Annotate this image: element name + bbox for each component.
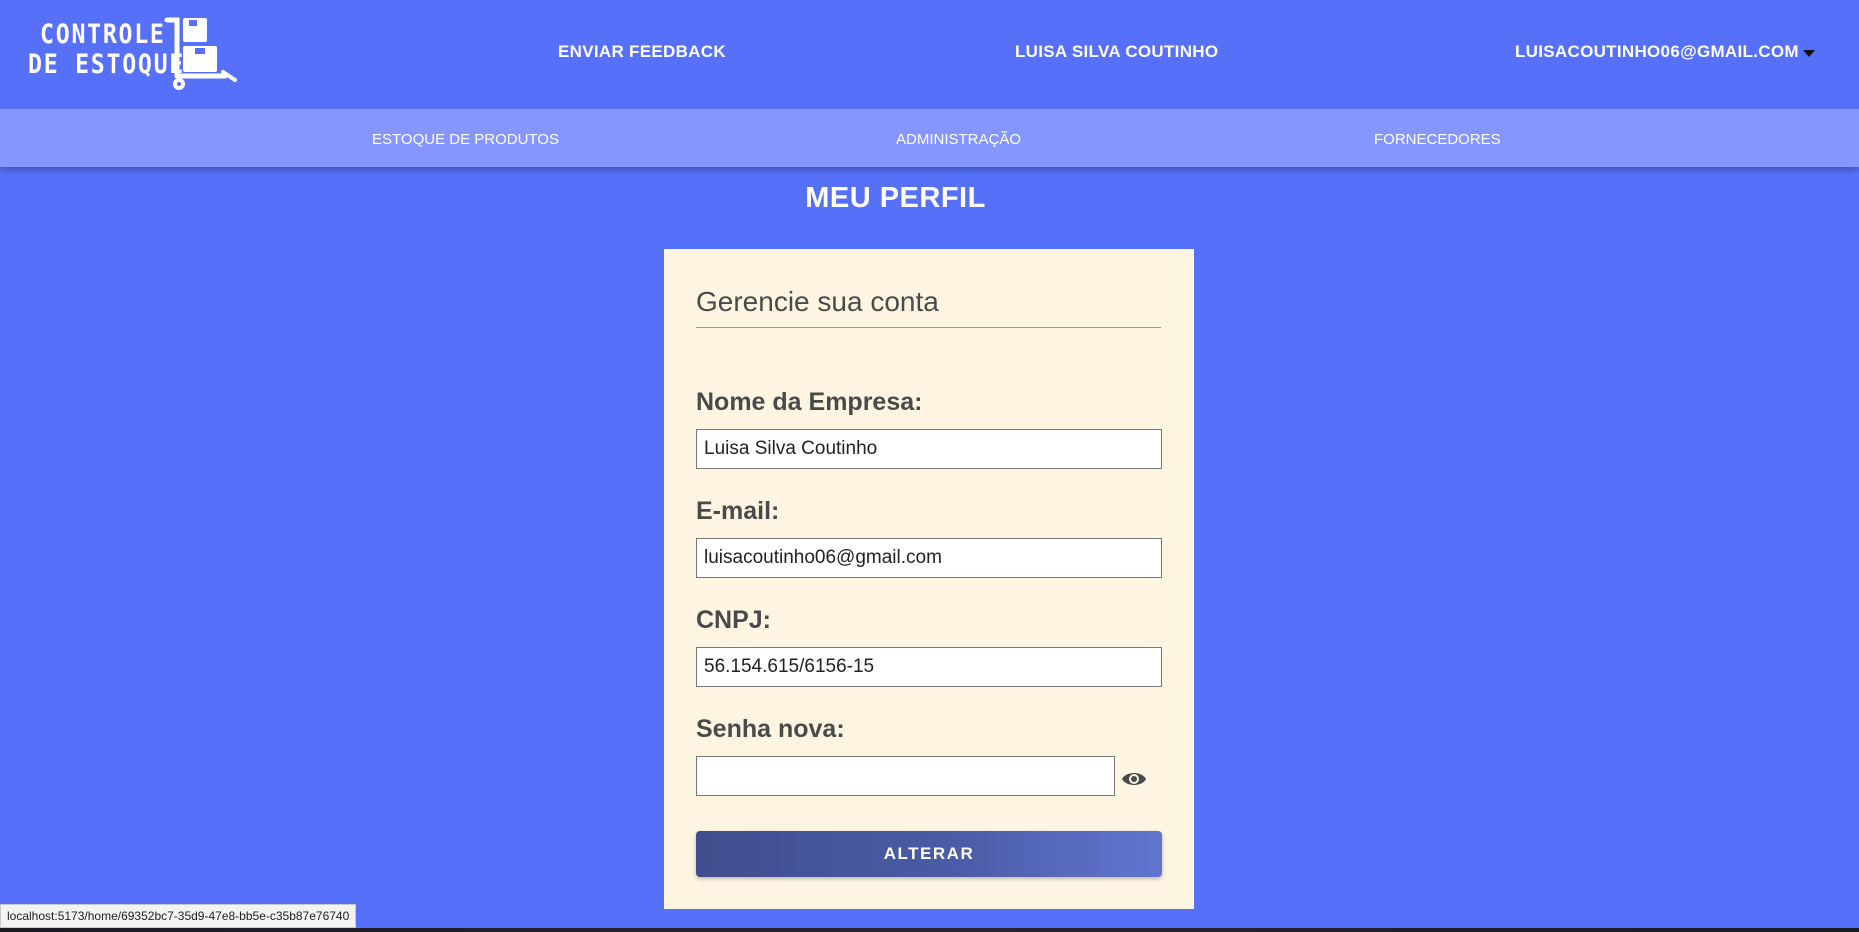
eye-icon[interactable] [1121, 768, 1147, 790]
nav-item-administracao[interactable]: ADMINISTRAÇÃO [896, 131, 1021, 148]
company-name-input[interactable] [696, 429, 1162, 469]
company-name-label: Nome da Empresa: [696, 388, 923, 416]
window-bottom-edge [0, 928, 1859, 932]
send-feedback-link[interactable]: ENVIAR FEEDBACK [558, 42, 726, 62]
page-title: MEU PERFIL [805, 182, 986, 214]
email-input[interactable] [696, 538, 1162, 578]
new-password-input[interactable] [696, 756, 1115, 796]
main-nav: ESTOQUE DE PRODUTOS ADMINISTRAÇÃO FORNEC… [0, 109, 1859, 167]
top-header: CONTROLE DE ESTOQUE ENVIAR FEEDBACK LUIS… [0, 0, 1859, 109]
app-logo[interactable]: CONTROLE DE ESTOQUE [28, 14, 248, 94]
new-password-label: Senha nova: [696, 715, 845, 743]
caret-down-icon[interactable] [1803, 50, 1815, 57]
browser-status-bar: localhost:5173/home/69352bc7-35d9-47e8-b… [0, 904, 357, 928]
user-name-link[interactable]: LUISA SILVA COUTINHO [1015, 42, 1218, 62]
logo-text: CONTROLE DE ESTOQUE [28, 20, 185, 80]
cnpj-label: CNPJ: [696, 606, 772, 634]
alterar-button[interactable]: ALTERAR [696, 831, 1162, 877]
nav-item-fornecedores[interactable]: FORNECEDORES [1374, 131, 1501, 148]
hand-truck-boxes-icon [164, 17, 237, 90]
email-label: E-mail: [696, 497, 780, 525]
logo-line-1: CONTROLE [40, 19, 166, 50]
nav-item-estoque-de-produtos[interactable]: ESTOQUE DE PRODUTOS [372, 131, 559, 148]
user-email-dropdown[interactable]: LUISACOUTINHO06@GMAIL.COM [1515, 42, 1799, 62]
logo-line-2: DE ESTOQUE [28, 49, 186, 80]
profile-card: Gerencie sua conta Nome da Empresa: E-ma… [664, 249, 1194, 909]
cnpj-input[interactable] [696, 647, 1162, 687]
card-heading: Gerencie sua conta [696, 287, 1161, 328]
